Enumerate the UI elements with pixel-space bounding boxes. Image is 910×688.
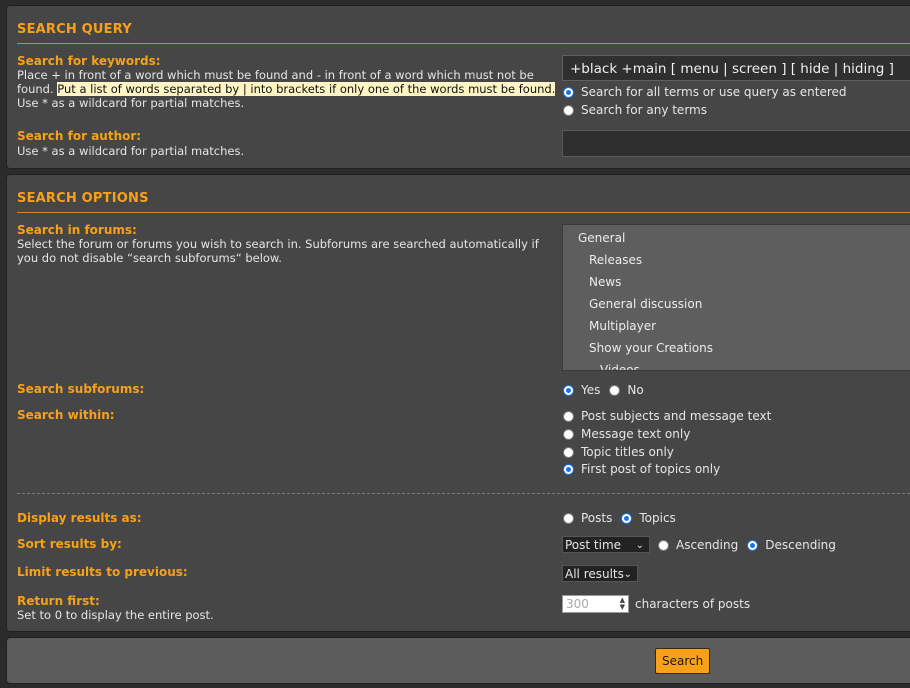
forum-option[interactable]: General bbox=[578, 231, 625, 245]
subforums-no-radio[interactable] bbox=[609, 384, 621, 396]
forum-option[interactable]: Releases bbox=[589, 253, 642, 267]
return-suffix-label: characters of posts bbox=[635, 597, 751, 611]
chevron-down-icon: ⌄ bbox=[635, 540, 644, 551]
limit-select[interactable]: All results ⌄ bbox=[562, 565, 638, 582]
search-query-panel: SEARCH QUERY Search for keywords: Place … bbox=[6, 5, 910, 169]
forums-description: Select the forum or forums you wish to s… bbox=[17, 237, 539, 265]
return-suffix: characters of posts bbox=[635, 596, 750, 612]
within-option[interactable]: Message text only bbox=[563, 426, 690, 442]
forum-option[interactable]: General discussion bbox=[589, 297, 702, 311]
limit-label: Limit results to previous: bbox=[17, 565, 188, 579]
display-label: Display results as: bbox=[17, 511, 142, 525]
keywords-desc-text-2: Use * as a wildcard for partial matches. bbox=[17, 96, 245, 110]
return-label: Return first: bbox=[17, 594, 100, 608]
forum-option[interactable]: Multiplayer bbox=[589, 319, 656, 333]
keywords-description: Place + in front of a word which must be… bbox=[17, 68, 557, 110]
display-topics-radio[interactable] bbox=[621, 512, 633, 524]
subforums-no-label: No bbox=[627, 383, 644, 397]
within-radio[interactable] bbox=[563, 428, 574, 440]
sort-label: Sort results by: bbox=[17, 537, 122, 551]
author-label: Search for author: bbox=[17, 129, 142, 143]
sort-ascending-radio[interactable] bbox=[658, 539, 669, 551]
search-button[interactable]: Search bbox=[655, 648, 711, 674]
forum-select-list[interactable]: General Releases News General discussion… bbox=[562, 224, 910, 371]
sort-select[interactable]: Post time ⌄ bbox=[562, 536, 650, 553]
display-topics-label: Topics bbox=[639, 511, 676, 525]
within-option[interactable]: Topic titles only bbox=[563, 444, 674, 460]
terms-all-option[interactable]: Search for all terms or use query as ent… bbox=[563, 84, 847, 100]
sort-descending-label: Descending bbox=[765, 538, 836, 552]
within-option-label: Message text only bbox=[581, 427, 691, 441]
keywords-label: Search for keywords: bbox=[17, 54, 161, 68]
forum-option[interactable]: Videos bbox=[600, 363, 640, 370]
search-options-title: SEARCH OPTIONS bbox=[17, 191, 149, 206]
forum-option[interactable]: News bbox=[589, 275, 621, 289]
within-option-label: Post subjects and message text bbox=[581, 409, 772, 423]
within-option-label: First post of topics only bbox=[581, 462, 721, 476]
within-option[interactable]: First post of topics only bbox=[563, 461, 720, 477]
search-options-panel: SEARCH OPTIONS Search in forums: Select … bbox=[6, 174, 910, 632]
return-chars-input[interactable]: 300 ▲ ▼ bbox=[562, 595, 629, 613]
return-chars-value: 300 bbox=[566, 597, 589, 611]
stepper-icon[interactable]: ▲ ▼ bbox=[620, 597, 625, 611]
return-description: Set to 0 to display the entire post. bbox=[17, 608, 214, 622]
within-radio[interactable] bbox=[563, 410, 574, 422]
terms-any-option[interactable]: Search for any terms bbox=[563, 102, 707, 118]
options-divider bbox=[17, 493, 910, 494]
subforums-label: Search subforums: bbox=[17, 382, 145, 396]
subforums-yes-radio[interactable] bbox=[563, 384, 574, 396]
within-label: Search within: bbox=[17, 408, 115, 422]
within-option[interactable]: Post subjects and message text bbox=[563, 408, 771, 424]
terms-any-label: Search for any terms bbox=[581, 103, 707, 117]
sort-select-value: Post time bbox=[565, 538, 622, 552]
display-posts-label: Posts bbox=[581, 511, 613, 525]
author-input[interactable] bbox=[562, 130, 910, 157]
terms-any-radio[interactable] bbox=[563, 104, 574, 116]
limit-select-value: All results bbox=[565, 567, 624, 581]
subforums-options: Yes No bbox=[563, 382, 644, 398]
sort-ascending-label: Ascending bbox=[676, 538, 739, 552]
display-posts-radio[interactable] bbox=[563, 512, 574, 524]
author-description: Use * as a wildcard for partial matches. bbox=[17, 144, 245, 158]
section-divider bbox=[17, 43, 910, 44]
display-options: Posts Topics bbox=[563, 510, 676, 526]
search-query-title: SEARCH QUERY bbox=[17, 22, 132, 37]
chevron-down-icon: ⌄ bbox=[623, 569, 632, 580]
within-radio[interactable] bbox=[563, 446, 574, 458]
terms-all-radio[interactable] bbox=[563, 86, 574, 98]
sort-descending-radio[interactable] bbox=[747, 539, 759, 551]
sort-direction-options: Ascending Descending bbox=[658, 537, 836, 553]
search-footer-panel: Search bbox=[6, 637, 910, 684]
subforums-yes-label: Yes bbox=[581, 383, 601, 397]
forums-label: Search in forums: bbox=[17, 223, 137, 237]
within-option-label: Topic titles only bbox=[581, 445, 674, 459]
section-divider bbox=[17, 212, 910, 213]
terms-all-label: Search for all terms or use query as ent… bbox=[581, 85, 847, 99]
keywords-input[interactable]: +black +main [ menu | screen ] [ hide | … bbox=[562, 55, 910, 81]
keywords-desc-highlight: Put a list of words separated by | into … bbox=[57, 82, 556, 96]
forum-option[interactable]: Show your Creations bbox=[589, 341, 713, 355]
within-radio[interactable] bbox=[563, 463, 574, 475]
